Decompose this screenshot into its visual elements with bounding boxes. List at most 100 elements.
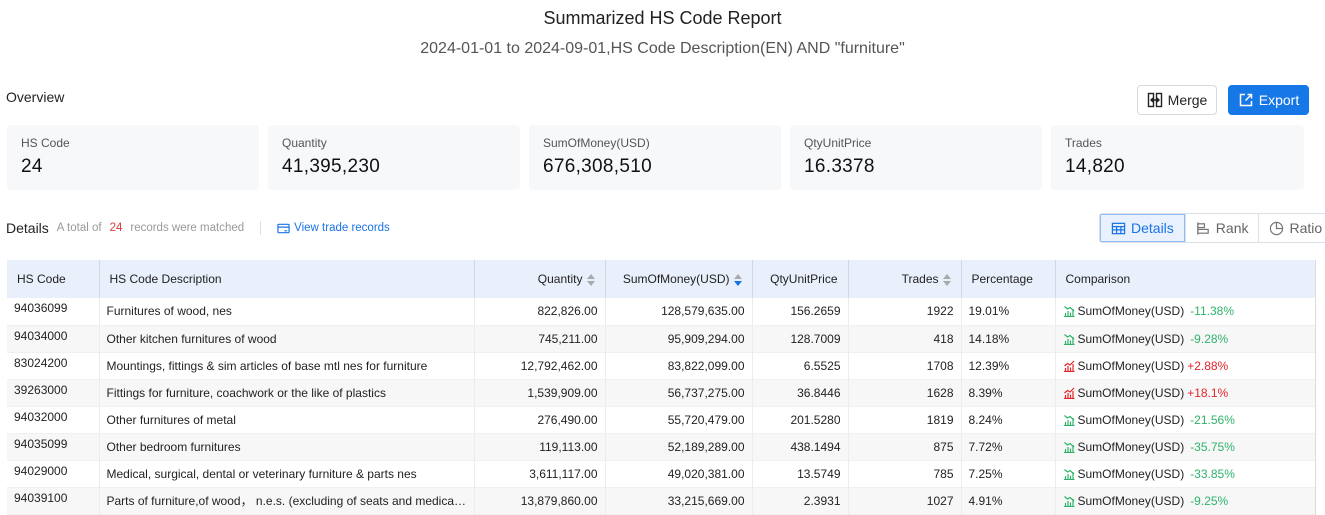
report-subtitle: 2024-01-01 to 2024-09-01,HS Code Descrip…	[420, 40, 905, 57]
cell-hs-code: 94032000	[14, 409, 68, 424]
column-header-qty-unit-price: QtyUnitPrice	[751, 260, 848, 298]
cell-sum-of-money: 49,020,381.00	[604, 460, 752, 487]
cell-hs-code: 39263000	[7, 379, 99, 406]
view-switcher: Details Rank Ratio	[1099, 213, 1325, 243]
export-button[interactable]: Export	[1228, 85, 1309, 115]
comparison-label: SumOfMoney(USD)	[1077, 493, 1185, 508]
cell-trades: 1628	[847, 379, 961, 406]
view-tab-rank[interactable]: Rank	[1184, 214, 1259, 242]
cell-description: Furnitures of wood, nes	[98, 298, 474, 325]
card-label: Quantity	[282, 136, 327, 150]
table-icon	[1111, 222, 1126, 234]
trend-down-icon	[1063, 414, 1074, 426]
cell-quantity: 1,539,909.00	[473, 379, 605, 406]
view-tab-ratio[interactable]: Ratio	[1258, 214, 1325, 242]
cell-qty-unit-price: 36.8446	[751, 379, 848, 406]
trend-up-icon	[1063, 360, 1074, 372]
view-tab-label: Ratio	[1289, 220, 1323, 236]
details-table: HS Code HS Code Description Quantity Sum…	[7, 260, 1316, 515]
cell-qty-unit-price: 438.1494	[751, 433, 848, 460]
cell-trades: 785	[847, 460, 961, 487]
cell-quantity: 745,211.00	[473, 325, 605, 352]
overview-heading: Overview	[6, 89, 65, 105]
records-card-icon	[277, 223, 290, 233]
cell-qty-unit-price: 128.7009	[751, 325, 848, 352]
view-trade-records-link[interactable]: View trade records	[277, 222, 390, 235]
view-tab-details[interactable]: Details	[1100, 214, 1185, 242]
table-row[interactable]: 94035099 Other bedroom furnitures 119,11…	[7, 433, 1316, 460]
comparison-label: SumOfMoney(USD)	[1077, 439, 1185, 454]
card-value: 14,820	[1065, 156, 1125, 177]
cell-percentage: 19.01%	[960, 298, 1055, 325]
column-header-label: Trades	[901, 272, 939, 286]
cell-trades: 418	[847, 325, 961, 352]
column-header-quantity[interactable]: Quantity	[473, 260, 605, 298]
cell-comparison: SumOfMoney(USD) -9.28%	[1054, 325, 1316, 352]
card-trades: Trades 14,820	[1051, 125, 1304, 190]
cell-trades: 1922	[847, 298, 961, 325]
comparison-label: SumOfMoney(USD)	[1077, 331, 1185, 346]
column-header-sum-of-money[interactable]: SumOfMoney(USD)	[604, 260, 752, 298]
report-title: Summarized HS Code Report	[543, 8, 782, 28]
trend-down-icon	[1063, 333, 1074, 345]
sort-icon[interactable]	[942, 273, 951, 286]
card-quantity: Quantity 41,395,230	[268, 125, 520, 190]
cell-comparison: SumOfMoney(USD) +18.1%	[1054, 379, 1316, 406]
cell-percentage: 14.18%	[960, 325, 1055, 352]
table-row[interactable]: 94034000 Other kitchen furnitures of woo…	[7, 325, 1316, 352]
cell-quantity: 119,113.00	[473, 433, 605, 460]
records-count: 24	[109, 222, 123, 234]
comparison-label: SumOfMoney(USD)	[1077, 304, 1185, 319]
column-header-comparison: Comparison	[1054, 260, 1316, 298]
column-header-trades[interactable]: Trades	[847, 260, 961, 298]
column-header-hs-code: HS Code	[7, 260, 99, 298]
cell-qty-unit-price: 2.3931	[751, 487, 848, 514]
table-row[interactable]: 94032000 Other furnitures of metal 276,4…	[7, 406, 1316, 433]
cell-hs-code: 94035099	[7, 433, 99, 460]
cell-percentage: 7.25%	[960, 460, 1055, 487]
table-row[interactable]: 39263000 Fittings for furniture, coachwo…	[7, 379, 1316, 406]
merge-button[interactable]: Merge	[1137, 85, 1217, 115]
card-qty-unit-price: QtyUnitPrice 16.3378	[790, 125, 1042, 190]
table-row[interactable]: 94029000 Medical, surgical, dental or ve…	[7, 460, 1316, 487]
records-note-suffix: records were matched	[130, 222, 245, 234]
cell-hs-code: 94034000	[7, 325, 99, 352]
trend-down-icon	[1063, 441, 1074, 453]
card-label: QtyUnitPrice	[804, 136, 872, 150]
cell-sum-of-money: 95,909,294.00	[604, 325, 752, 352]
card-sum-of-money: SumOfMoney(USD) 676,308,510	[529, 125, 781, 190]
details-bar: Details A total of 24 records were match…	[6, 220, 390, 236]
cell-comparison: SumOfMoney(USD) -11.38%	[1054, 298, 1316, 325]
divider	[260, 221, 262, 235]
cell-comparison: SumOfMoney(USD) -35.75%	[1054, 433, 1316, 460]
trend-down-icon	[1063, 495, 1074, 507]
cell-description: Other furnitures of metal	[98, 406, 474, 433]
comparison-value: -33.85%	[1190, 466, 1235, 481]
cell-description: Other bedroom furnitures	[98, 433, 474, 460]
column-header-label: SumOfMoney(USD)	[622, 272, 730, 286]
column-header-percentage: Percentage	[960, 260, 1055, 298]
comparison-label: SumOfMoney(USD)	[1077, 358, 1185, 373]
cell-sum-of-money: 56,737,275.00	[604, 379, 752, 406]
comparison-value: -35.75%	[1190, 439, 1235, 454]
view-trade-records-label: View trade records	[294, 222, 390, 234]
cell-trades: 1027	[847, 487, 961, 514]
overview-cards: HS Code 24 Quantity 41,395,230 SumOfMone…	[7, 125, 1304, 190]
card-hs-code: HS Code 24	[7, 125, 259, 190]
cell-comparison: SumOfMoney(USD) -9.25%	[1054, 487, 1316, 514]
card-value: 676,308,510	[543, 156, 652, 177]
merge-icon	[1147, 92, 1162, 108]
table-row[interactable]: 83024200 Mountings, fittings & sim artic…	[7, 352, 1316, 379]
table-row[interactable]: 94039100 Parts of furniture,of wood， n.e…	[7, 487, 1316, 514]
sort-icon[interactable]	[586, 273, 595, 286]
view-tab-label: Rank	[1215, 220, 1249, 236]
cell-sum-of-money: 55,720,479.00	[604, 406, 752, 433]
cell-description: Other kitchen furnitures of wood	[98, 325, 474, 352]
cell-comparison: SumOfMoney(USD) -21.56%	[1054, 406, 1316, 433]
table-row[interactable]: 94036099 Furnitures of wood, nes 822,826…	[7, 298, 1316, 325]
card-value: 24	[21, 156, 43, 177]
sort-desc-icon[interactable]	[733, 273, 742, 286]
cell-trades: 875	[847, 433, 961, 460]
cell-qty-unit-price: 156.2659	[751, 298, 848, 325]
card-value: 16.3378	[804, 156, 875, 177]
